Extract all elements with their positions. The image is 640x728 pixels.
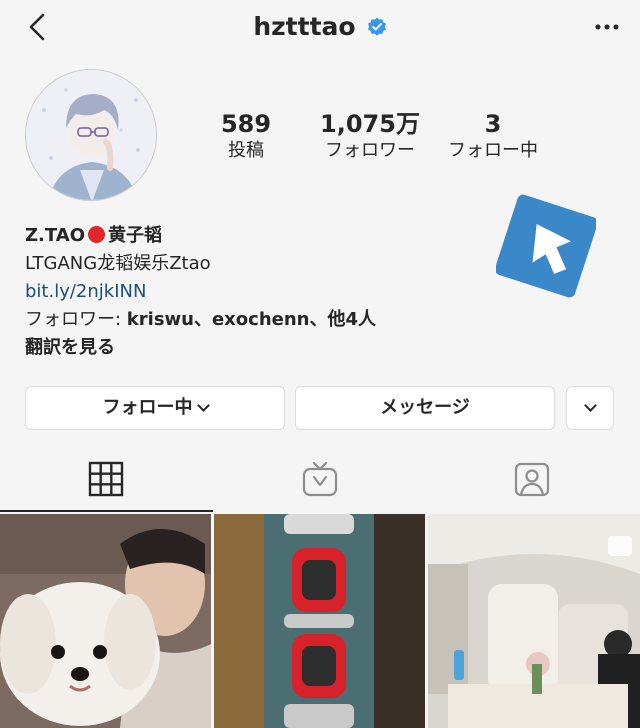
following-button[interactable]: フォロー中 <box>25 386 285 430</box>
grid-icon[interactable] <box>87 460 125 498</box>
profile-tabs <box>0 450 640 510</box>
followers-label: フォロワー <box>325 140 415 161</box>
dog-selfie-image <box>0 514 211 728</box>
followers-count: 1,075万 <box>320 110 420 138</box>
jet-interior-image <box>428 514 640 728</box>
suggested-dropdown-button[interactable] <box>566 386 614 430</box>
active-tab-indicator <box>0 510 213 512</box>
followers-stat[interactable]: 1,075万 フォロワー <box>310 110 430 164</box>
post-thumbnail[interactable] <box>428 514 640 728</box>
posts-stat[interactable]: 589 投稿 <box>196 110 296 164</box>
red-circle-emoji <box>88 226 106 243</box>
igtv-icon[interactable] <box>301 460 339 498</box>
display-name-suffix: 黄子韬 <box>108 225 163 246</box>
top-bar: hztttao <box>0 0 640 56</box>
avatar-illustration <box>26 70 156 200</box>
followed-by[interactable]: フォロワー: kriswu、exochenn、他4人 <box>25 306 465 334</box>
chevron-down-icon <box>196 399 210 412</box>
verified-badge-icon <box>367 17 386 36</box>
display-name: Z.TAO 黄子韬 <box>25 222 465 250</box>
following-stat[interactable]: 3 フォロー中 <box>440 110 546 164</box>
following-button-label: フォロー中 <box>102 397 193 418</box>
profile-header: hztttao <box>0 12 640 41</box>
arrow-cursor-icon <box>496 194 596 298</box>
avatar[interactable] <box>25 69 157 201</box>
bio-line: LTGANG龙韬娱乐Ztao <box>25 253 211 274</box>
posts-grid <box>0 514 640 728</box>
posts-count: 589 <box>220 110 272 138</box>
bio-link[interactable]: bit.ly/2njkINN <box>25 278 465 306</box>
chevron-down-icon <box>583 399 597 412</box>
following-label: フォロー中 <box>448 140 538 161</box>
message-button[interactable]: メッセージ <box>295 386 555 430</box>
more-horizontal-icon[interactable] <box>592 12 622 42</box>
post-thumbnail[interactable] <box>0 514 211 728</box>
followed-by-users: kriswu、exochenn、他4人 <box>126 309 377 330</box>
watches-image <box>214 514 425 728</box>
posts-label: 投稿 <box>228 140 264 161</box>
username-title: hztttao <box>253 12 356 41</box>
translate-link[interactable]: 翻訳を見る <box>25 334 465 362</box>
profile-bio: Z.TAO 黄子韬 LTGANG龙韬娱乐Ztao bit.ly/2njkINN フ… <box>25 222 465 362</box>
tagged-icon[interactable] <box>513 460 551 498</box>
post-thumbnail[interactable] <box>214 514 425 728</box>
message-button-label: メッセージ <box>380 397 470 418</box>
display-name-prefix: Z.TAO <box>25 225 86 246</box>
following-count: 3 <box>484 110 502 138</box>
followed-by-prefix: フォロワー: <box>25 309 127 330</box>
